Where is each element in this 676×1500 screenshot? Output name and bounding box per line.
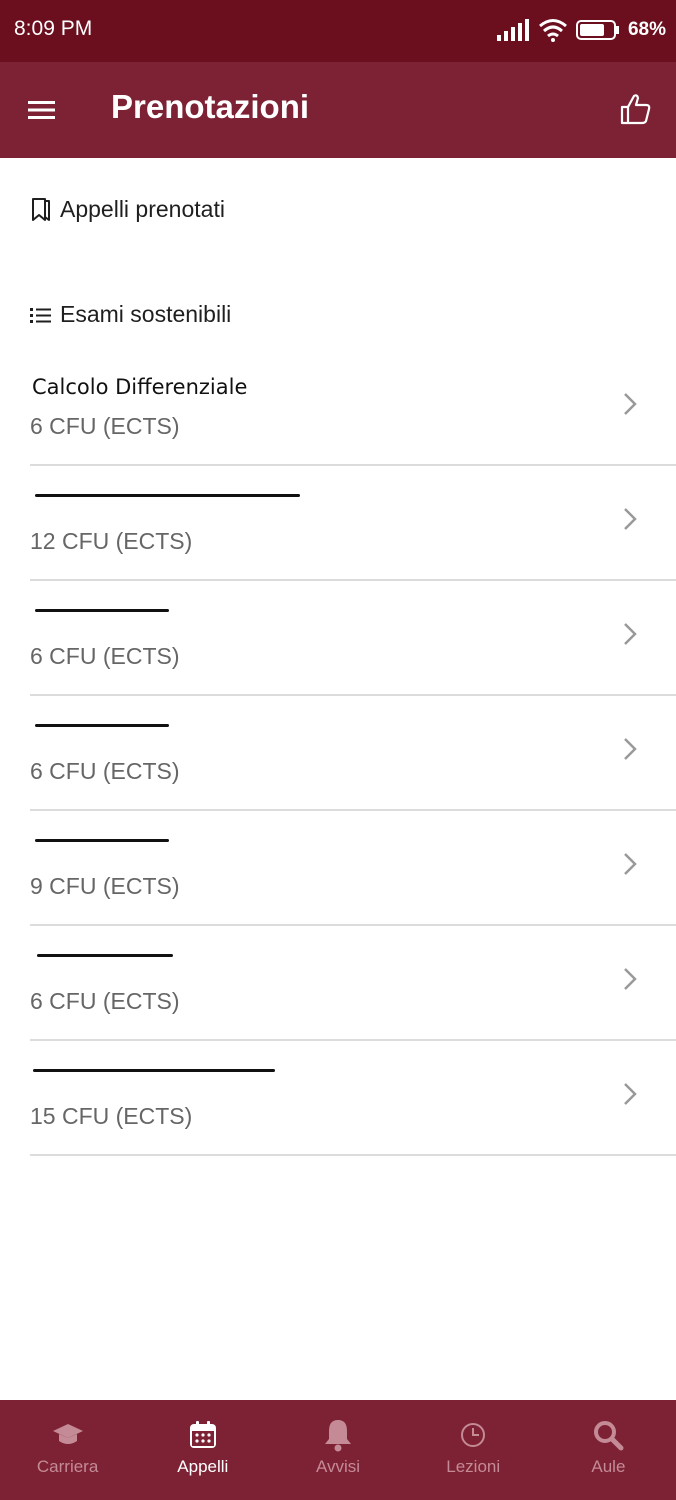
exam-row[interactable]: 6 CFU (ECTS)	[30, 696, 676, 811]
exam-row[interactable]: 6 CFU (ECTS)	[30, 926, 676, 1041]
status-icons: 68%	[496, 14, 666, 46]
search-icon	[591, 1418, 625, 1452]
exam-row[interactable]: 15 CFU (ECTS)	[30, 1041, 676, 1156]
calendar-icon	[186, 1418, 220, 1452]
nav-item-carriera[interactable]: Carriera	[0, 1400, 135, 1500]
exam-credits: 6 CFU (ECTS)	[30, 643, 180, 669]
exam-row[interactable]: 12 CFU (ECTS)	[30, 466, 676, 581]
redacted-title	[37, 954, 173, 957]
exam-credits: 15 CFU (ECTS)	[30, 1103, 193, 1129]
exam-credits: 6 CFU (ECTS)	[30, 413, 180, 439]
section-available-exams: Esami sostenibili	[30, 301, 231, 328]
exam-row[interactable]: 6 CFU (ECTS)	[30, 581, 676, 696]
chevron-right-icon	[624, 853, 637, 875]
redacted-title	[35, 494, 300, 497]
nav-item-lezioni[interactable]: Lezioni	[406, 1400, 541, 1500]
redacted-title	[35, 839, 169, 842]
nav-item-avvisi[interactable]: Avvisi	[270, 1400, 405, 1500]
bottom-navigation: Carriera Appelli Avvisi Lezioni Aule	[0, 1400, 676, 1500]
section-booked-exams[interactable]: Appelli prenotati	[30, 196, 225, 223]
thumbs-up-icon	[620, 94, 651, 125]
exam-row[interactable]: 9 CFU (ECTS)	[30, 811, 676, 926]
status-time: 8:09 PM	[14, 17, 93, 40]
redacted-title	[33, 1069, 275, 1072]
section-exams-label: Esami sostenibili	[60, 301, 232, 327]
exam-credits: 9 CFU (ECTS)	[30, 873, 180, 899]
chevron-right-icon	[624, 623, 637, 645]
redacted-title	[35, 609, 169, 612]
chevron-right-icon	[624, 393, 637, 415]
exam-credits: 6 CFU (ECTS)	[30, 758, 180, 784]
bell-icon	[321, 1418, 355, 1452]
battery-level: 68%	[627, 19, 666, 40]
chevron-right-icon	[624, 1083, 637, 1105]
exam-row[interactable]: Calcolo Differenziale 6 CFU (ECTS)	[30, 351, 676, 466]
battery-icon	[575, 20, 619, 40]
chevron-right-icon	[624, 508, 637, 530]
app-bar: Prenotazioni	[0, 62, 676, 158]
nav-label: Appelli	[177, 1457, 229, 1476]
nav-label: Lezioni	[446, 1457, 501, 1476]
hamburger-icon	[28, 101, 55, 119]
nav-label: Carriera	[36, 1457, 99, 1476]
exam-credits: 6 CFU (ECTS)	[30, 988, 180, 1014]
exam-title: Calcolo Differenziale	[32, 375, 248, 399]
menu-button[interactable]	[24, 92, 60, 128]
wifi-icon	[539, 19, 567, 42]
like-button[interactable]	[614, 88, 656, 130]
nav-item-appelli[interactable]: Appelli	[135, 1400, 270, 1500]
chevron-right-icon	[624, 968, 637, 990]
exam-credits: 12 CFU (ECTS)	[30, 528, 193, 554]
bookmark-icon	[32, 197, 50, 221]
nav-label: Aule	[591, 1457, 626, 1476]
clock-icon	[456, 1418, 490, 1452]
list-icon	[30, 307, 51, 323]
section-booked-label: Appelli prenotati	[60, 196, 225, 222]
exam-list: Calcolo Differenziale 6 CFU (ECTS) 12 CF…	[30, 351, 676, 1156]
main-content: Appelli prenotati Esami sostenibili Calc…	[0, 158, 676, 1400]
page-title: Prenotazioni	[111, 88, 310, 125]
nav-item-aule[interactable]: Aule	[541, 1400, 676, 1500]
nav-label: Avvisi	[315, 1457, 361, 1476]
signal-icon	[496, 19, 529, 41]
redacted-title	[35, 724, 169, 727]
status-bar: 8:09 PM 68%	[0, 0, 676, 62]
graduation-cap-icon	[51, 1418, 85, 1452]
chevron-right-icon	[624, 738, 637, 760]
